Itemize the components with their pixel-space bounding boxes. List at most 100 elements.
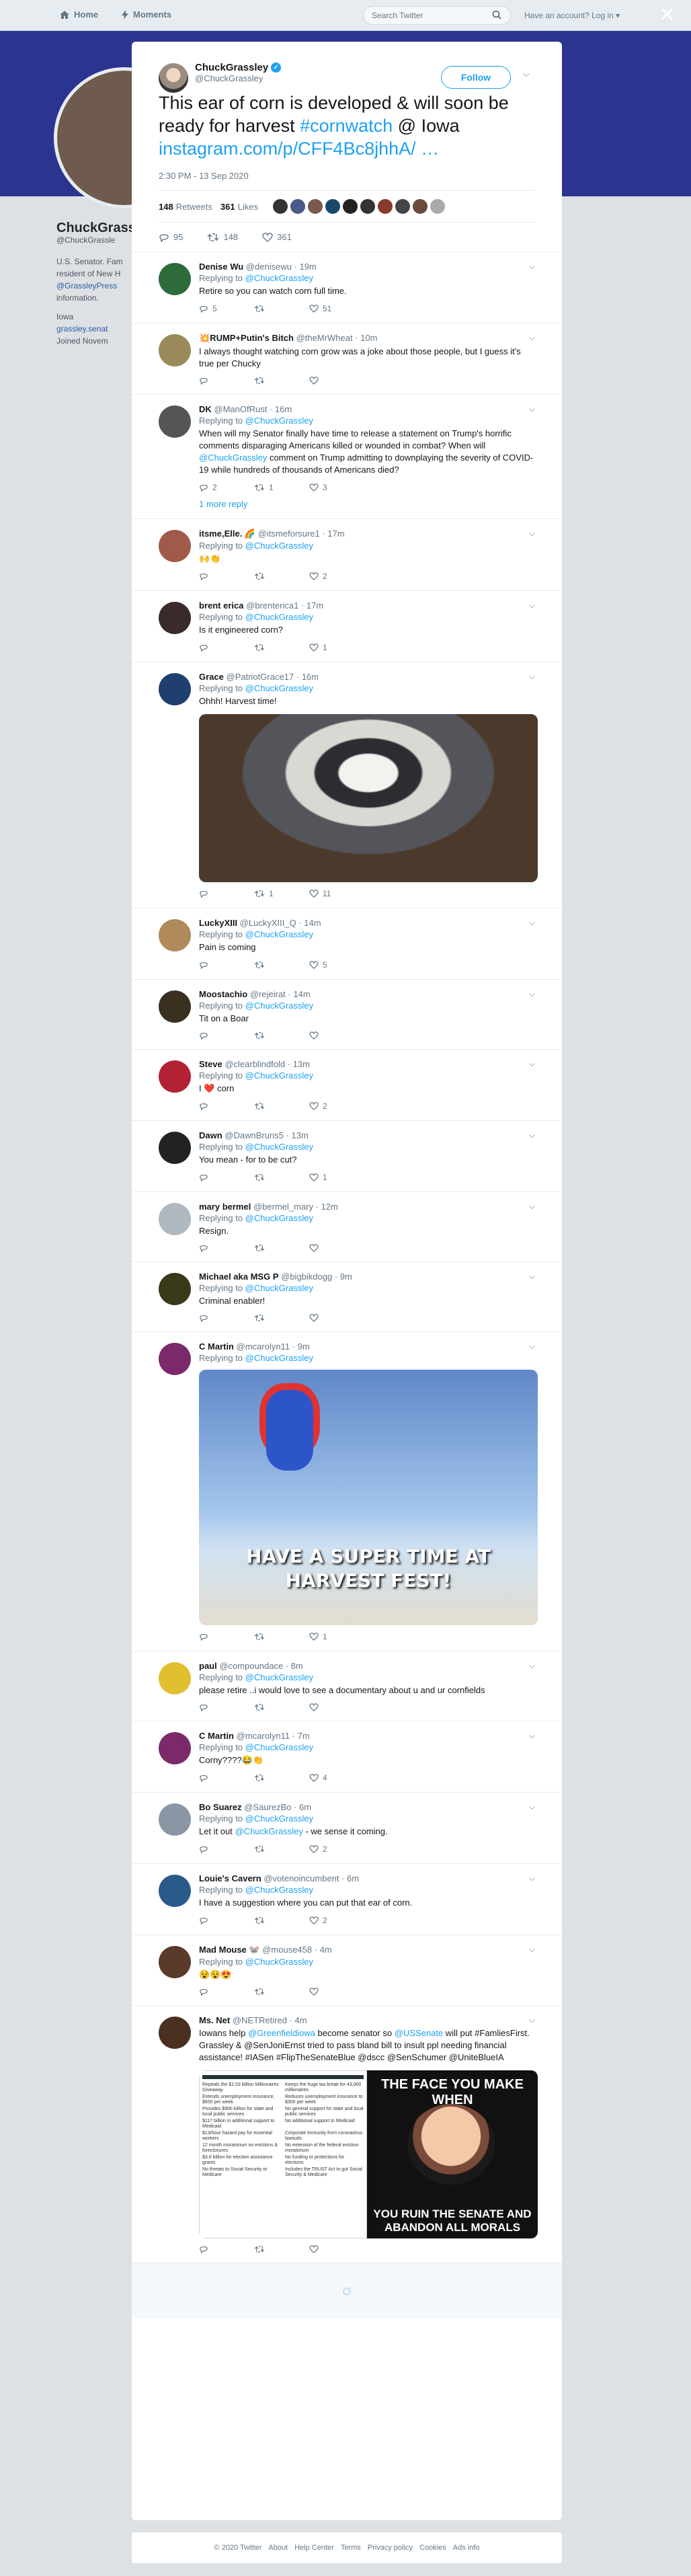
liker-avatar[interactable] — [307, 199, 323, 214]
reply-avatar[interactable] — [159, 1732, 191, 1764]
chevron-down-icon[interactable]: ⌵ — [529, 1661, 535, 1671]
replying-to-mention[interactable]: @ChuckGrassley — [245, 1070, 313, 1081]
retweet-button[interactable] — [254, 960, 309, 970]
like-button[interactable] — [309, 1988, 364, 1996]
replying-to-mention[interactable]: @ChuckGrassley — [245, 1672, 313, 1682]
reply-avatar[interactable] — [159, 1132, 191, 1164]
like-button[interactable] — [309, 1314, 364, 1322]
retweet-button[interactable] — [254, 1844, 309, 1854]
reply-tweet[interactable]: Louie's Cavern @votenoincumbent · 6m ⌵ Rep… — [132, 1864, 562, 1935]
reply-image-raccoon[interactable] — [199, 714, 538, 882]
like-button[interactable]: 3 — [309, 483, 364, 492]
reply-author-name[interactable]: Michael aka MSG P — [199, 1272, 279, 1282]
chevron-down-icon[interactable]: ⌵ — [529, 1059, 535, 1069]
chevron-down-icon[interactable]: ⌵ — [529, 918, 535, 928]
replying-to-mention[interactable]: @ChuckGrassley — [245, 1957, 313, 1967]
reply-button[interactable] — [199, 377, 254, 385]
search-input[interactable]: Search Twitter — [363, 6, 511, 25]
reply-author-name[interactable]: Louie's Cavern — [199, 1873, 261, 1883]
reply-author-name[interactable]: C Martin — [199, 1341, 234, 1352]
close-icon[interactable]: ✕ — [659, 5, 676, 26]
reply-mention[interactable]: @ChuckGrassley — [199, 453, 267, 463]
chevron-down-icon[interactable]: ⌵ — [529, 1272, 535, 1282]
liker-avatar[interactable] — [412, 199, 428, 214]
replying-to-mention[interactable]: @ChuckGrassley — [245, 273, 313, 283]
reply-avatar[interactable] — [159, 530, 191, 562]
reply-author-handle[interactable]: @LuckyXIII_Q — [240, 918, 296, 928]
chevron-down-icon[interactable]: ⌵ — [529, 1873, 535, 1883]
reply-time[interactable]: 4m — [320, 1945, 332, 1955]
reply-avatar[interactable] — [159, 1273, 191, 1305]
reply-author-handle[interactable]: @votenoincumbent — [263, 1873, 339, 1883]
likes-stat[interactable]: 361 Likes — [220, 202, 258, 212]
reply-time[interactable]: 17m — [327, 529, 344, 539]
retweet-button[interactable] — [254, 1773, 309, 1783]
reply-button[interactable] — [199, 1031, 254, 1040]
hashtag-link[interactable]: #cornwatch — [300, 116, 393, 136]
reply-button[interactable]: 95 — [159, 232, 183, 242]
reply-button[interactable] — [199, 960, 254, 970]
like-button[interactable]: 11 — [309, 889, 364, 898]
footer-link[interactable]: Terms — [341, 2544, 361, 2552]
like-button[interactable]: 2 — [309, 1844, 364, 1854]
reply-time[interactable]: 6m — [299, 1802, 311, 1812]
like-button[interactable] — [309, 1031, 364, 1040]
chevron-down-icon[interactable]: ⌵ — [529, 672, 535, 682]
retweet-button[interactable] — [254, 1031, 309, 1040]
reply-time[interactable]: 17m — [307, 600, 323, 611]
reply-button[interactable] — [199, 1773, 254, 1783]
bg-bio-link[interactable]: @GrassleyPress — [56, 280, 130, 292]
reply-tweet[interactable]: C Martin @mcarolyn11 · 9m ⌵ Replying to @C… — [132, 1332, 562, 1651]
reply-author-name[interactable]: Steve — [199, 1059, 222, 1069]
reply-author-handle[interactable]: @theMrWheat — [296, 333, 353, 343]
reply-tweet[interactable]: Ms. Net @NETRetired · 4m ⌵ Iowans help @Gr… — [132, 2006, 562, 2263]
reply-author-name[interactable]: itsme,Elle. 🌈 — [199, 529, 255, 539]
chevron-down-icon[interactable]: ⌵ — [529, 600, 535, 611]
reply-tweet[interactable]: 💥RUMP+Putin's Bitch @theMrWheat · 10m ⌵ I … — [132, 323, 562, 395]
reply-author-name[interactable]: brent erica — [199, 600, 243, 611]
retweet-button[interactable] — [254, 1314, 309, 1322]
like-button[interactable]: 4 — [309, 1773, 364, 1783]
liker-avatar[interactable] — [430, 199, 445, 214]
replying-to-mention[interactable]: @ChuckGrassley — [245, 1353, 313, 1363]
reply-tweet[interactable]: LuckyXIII @LuckyXIII_Q · 14m ⌵ Replying to… — [132, 908, 562, 980]
reply-button[interactable] — [199, 1101, 254, 1111]
like-button[interactable]: 2 — [309, 1101, 364, 1111]
retweet-button[interactable]: 1 — [254, 889, 309, 898]
reply-time[interactable]: 9m — [340, 1272, 352, 1282]
reply-time[interactable]: 10m — [360, 333, 377, 343]
nav-home[interactable]: Home — [59, 9, 98, 19]
reply-time[interactable]: 4m — [295, 2015, 307, 2025]
replying-to-mention[interactable]: @ChuckGrassley — [245, 612, 313, 622]
replying-to-mention[interactable]: @ChuckGrassley — [245, 1283, 313, 1293]
replying-to-mention[interactable]: @ChuckGrassley — [245, 1142, 313, 1152]
retweet-button[interactable] — [254, 304, 309, 313]
reply-time[interactable]: 9m — [298, 1341, 310, 1352]
author-avatar[interactable] — [159, 63, 188, 93]
reply-button[interactable] — [199, 1703, 254, 1711]
reply-avatar[interactable] — [159, 1803, 191, 1836]
reply-tweet[interactable]: Denise Wu @denisewu · 19m ⌵ Replying to @C… — [132, 252, 562, 323]
replying-to-mention[interactable]: @ChuckGrassley — [245, 1885, 313, 1895]
reply-avatar[interactable] — [159, 1946, 191, 1978]
like-button[interactable]: 1 — [309, 643, 364, 652]
reply-avatar[interactable] — [159, 990, 191, 1023]
reply-button[interactable] — [199, 643, 254, 652]
retweets-stat[interactable]: 148 Retweets — [159, 202, 212, 212]
chevron-down-icon[interactable]: ⌵ — [529, 1341, 535, 1352]
reply-author-name[interactable]: Bo Suarez — [199, 1802, 242, 1812]
liker-avatar[interactable] — [377, 199, 393, 214]
reply-author-handle[interactable]: @rejeirat — [250, 989, 286, 999]
reply-tweet[interactable]: brent erica @brenterica1 · 17m ⌵ Replying … — [132, 591, 562, 662]
reply-avatar[interactable] — [159, 1203, 191, 1235]
reply-mention[interactable]: @USSenate — [395, 2028, 443, 2038]
reply-author-handle[interactable]: @ManOfRust — [214, 404, 267, 414]
instagram-link[interactable]: instagram.com/p/CFF4Bc8jhhA/ … — [159, 139, 439, 159]
reply-avatar[interactable] — [159, 1662, 191, 1694]
follow-button[interactable]: Follow — [441, 66, 511, 89]
reply-author-name[interactable]: Denise Wu — [199, 262, 243, 272]
reply-author-handle[interactable]: @denisewu — [246, 262, 292, 272]
like-button[interactable] — [309, 1244, 364, 1252]
retweet-button[interactable] — [254, 1101, 309, 1111]
replying-to-mention[interactable]: @ChuckGrassley — [245, 1742, 313, 1752]
